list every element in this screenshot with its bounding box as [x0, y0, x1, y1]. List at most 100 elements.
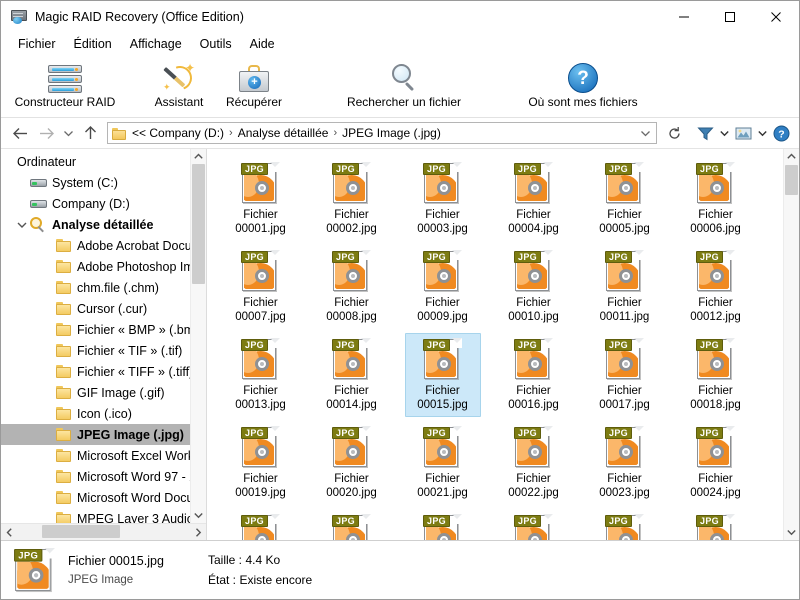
status-state-value: Existe encore: [239, 573, 313, 587]
tree-item-fichier-bmp-bmp[interactable]: Fichier « BMP » (.bmp): [1, 319, 206, 340]
tree-scroll-down-icon[interactable]: [191, 508, 206, 523]
tree-item-microsoft-word-docum[interactable]: Microsoft Word Docum: [1, 487, 206, 508]
tree-item-label: Microsoft Excel Works: [77, 448, 201, 463]
application-window: Magic RAID Recovery (Office Edition) Fic…: [0, 0, 800, 600]
tree-item-jpeg-image-jpg[interactable]: JPEG Image (.jpg): [1, 424, 206, 445]
file-tile[interactable]: JPG Fichier 00017.jpg: [579, 329, 670, 417]
tree-item-cursor-cur[interactable]: Cursor (.cur): [1, 298, 206, 319]
file-tile[interactable]: JPGFichier00026.jpg: [306, 505, 397, 540]
tree-hscroll-track[interactable]: [17, 524, 190, 540]
tree-item-fichier-tif-tif[interactable]: Fichier « TIF » (.tif): [1, 340, 206, 361]
up-arrow-icon[interactable]: [77, 120, 103, 146]
file-tile[interactable]: JPGFichier00030.jpg: [670, 505, 761, 540]
help-icon[interactable]: ?: [769, 121, 793, 145]
tree-item-company-d[interactable]: Company (D:): [1, 193, 206, 214]
file-tile[interactable]: JPG Fichier 00023.jpg: [579, 417, 670, 505]
file-tile[interactable]: JPG Fichier 00018.jpg: [670, 329, 761, 417]
close-button[interactable]: [753, 1, 799, 33]
tree-hscrollbar-thumb[interactable]: [42, 525, 120, 538]
files-scroll-up-icon[interactable]: [784, 149, 799, 164]
toolbar-button-recover[interactable]: + Récupérer: [189, 59, 319, 109]
jpg-file-icon: JPG: [331, 161, 372, 205]
tree-item-mpeg-layer-3-audio-f[interactable]: MPEG Layer 3 Audio F: [1, 508, 206, 523]
breadcrumb-item-analysis[interactable]: Analyse détaillée: [238, 126, 329, 140]
tree-item-analyse-d-taill-e[interactable]: Analyse détaillée: [1, 214, 206, 235]
file-tile[interactable]: JPG Fichier 00009.jpg: [397, 241, 488, 329]
file-tile[interactable]: JPGFichier00029.jpg: [579, 505, 670, 540]
toolbar-button-where-files[interactable]: ? Où sont mes fichiers: [518, 59, 648, 109]
tree-scroll-up-icon[interactable]: [191, 149, 206, 164]
tree-item-icon-ico[interactable]: Icon (.ico): [1, 403, 206, 424]
tree-scrollbar-thumb[interactable]: [192, 164, 205, 284]
tree-item-adobe-photoshop-ima[interactable]: Adobe Photoshop Ima: [1, 256, 206, 277]
file-tile[interactable]: JPG Fichier 00008.jpg: [306, 241, 397, 329]
breadcrumb-bar[interactable]: << Company (D:) › Analyse détaillée › JP…: [107, 122, 657, 144]
tree-vertical-scrollbar[interactable]: [190, 149, 206, 523]
tree-item-microsoft-excel-works[interactable]: Microsoft Excel Works: [1, 445, 206, 466]
tree-item-fichier-tiff-tiff[interactable]: Fichier « TIFF » (.tiff): [1, 361, 206, 382]
jpg-file-icon: JPG: [422, 337, 463, 381]
files-scrollbar-thumb[interactable]: [785, 165, 798, 195]
file-tile[interactable]: JPG Fichier 00010.jpg: [488, 241, 579, 329]
toolbar-button-search-file[interactable]: Rechercher un fichier: [339, 59, 469, 109]
file-tile[interactable]: JPG Fichier 00013.jpg: [215, 329, 306, 417]
tree-item-adobe-acrobat-docum[interactable]: Adobe Acrobat Docum: [1, 235, 206, 256]
tree-item-chm-file-chm[interactable]: chm.file (.chm): [1, 277, 206, 298]
file-tile[interactable]: JPG Fichier 00002.jpg: [306, 153, 397, 241]
file-tile[interactable]: JPG Fichier 00001.jpg: [215, 153, 306, 241]
file-caption-line2: 00022.jpg: [508, 487, 559, 499]
breadcrumb-item-drive[interactable]: << Company (D:): [132, 126, 224, 140]
minimize-button[interactable]: [661, 1, 707, 33]
file-tile[interactable]: JPG Fichier 00012.jpg: [670, 241, 761, 329]
file-tile[interactable]: JPG Fichier 00021.jpg: [397, 417, 488, 505]
file-tile[interactable]: JPG Fichier 00020.jpg: [306, 417, 397, 505]
file-tile[interactable]: JPGFichier00027.jpg: [397, 505, 488, 540]
history-chevron-down-icon[interactable]: [59, 120, 77, 146]
menu-outils[interactable]: Outils: [191, 35, 241, 53]
breadcrumb-item-jpeg[interactable]: JPEG Image (.jpg): [342, 126, 441, 140]
filter-chevron-down-icon[interactable]: [717, 121, 731, 145]
file-tile[interactable]: JPG Fichier 00004.jpg: [488, 153, 579, 241]
chevron-down-icon[interactable]: [14, 221, 30, 229]
files-scroll-down-icon[interactable]: [784, 525, 799, 540]
toolbar-button-raid-builder[interactable]: Constructeur RAID: [0, 59, 130, 109]
file-tile[interactable]: JPG Fichier 00014.jpg: [306, 329, 397, 417]
file-tile[interactable]: JPG Fichier 00019.jpg: [215, 417, 306, 505]
file-tile[interactable]: JPG Fichier 00022.jpg: [488, 417, 579, 505]
toolbar-label-raid-builder: Constructeur RAID: [14, 95, 116, 109]
file-caption-line2: 00008.jpg: [326, 311, 377, 323]
menu-fichier[interactable]: Fichier: [9, 35, 65, 53]
tree-item-ordinateur[interactable]: Ordinateur: [1, 151, 206, 172]
file-tile[interactable]: JPGFichier00028.jpg: [488, 505, 579, 540]
tree-scroll-left-icon[interactable]: [1, 527, 17, 537]
menu-affichage[interactable]: Affichage: [121, 35, 191, 53]
file-tile[interactable]: JPG Fichier 00015.jpg: [397, 329, 488, 417]
view-mode-chevron-down-icon[interactable]: [755, 121, 769, 145]
files-vertical-scrollbar[interactable]: [783, 149, 799, 540]
menu-edition[interactable]: Édition: [65, 35, 121, 53]
forward-arrow-icon[interactable]: [33, 120, 59, 146]
view-mode-icon[interactable]: [731, 121, 755, 145]
tree-scroll-right-icon[interactable]: [190, 527, 206, 537]
file-tile[interactable]: JPGFichier00025.jpg: [215, 505, 306, 540]
file-tile[interactable]: JPG Fichier 00016.jpg: [488, 329, 579, 417]
file-tile[interactable]: JPG Fichier 00003.jpg: [397, 153, 488, 241]
toolbar-label-recover: Récupérer: [225, 95, 283, 109]
file-tile[interactable]: JPG Fichier 00005.jpg: [579, 153, 670, 241]
file-tile[interactable]: JPG Fichier 00024.jpg: [670, 417, 761, 505]
refresh-icon[interactable]: [661, 120, 687, 146]
tree-horizontal-scrollbar[interactable]: [1, 523, 206, 540]
filter-icon[interactable]: [693, 121, 717, 145]
tree-item-system-c[interactable]: System (C:): [1, 172, 206, 193]
file-tile[interactable]: JPG Fichier 00007.jpg: [215, 241, 306, 329]
tree-item-label: Microsoft Word Docum: [77, 490, 204, 505]
file-tile[interactable]: JPG Fichier 00011.jpg: [579, 241, 670, 329]
back-arrow-icon[interactable]: [7, 120, 33, 146]
breadcrumb-chevron-down-icon[interactable]: [636, 129, 654, 138]
maximize-button[interactable]: [707, 1, 753, 33]
file-tile[interactable]: JPG Fichier 00006.jpg: [670, 153, 761, 241]
tree-item-label: Ordinateur: [17, 154, 77, 169]
tree-item-gif-image-gif[interactable]: GIF Image (.gif): [1, 382, 206, 403]
tree-item-microsoft-word-97-20[interactable]: Microsoft Word 97 - 20: [1, 466, 206, 487]
menu-aide[interactable]: Aide: [241, 35, 284, 53]
